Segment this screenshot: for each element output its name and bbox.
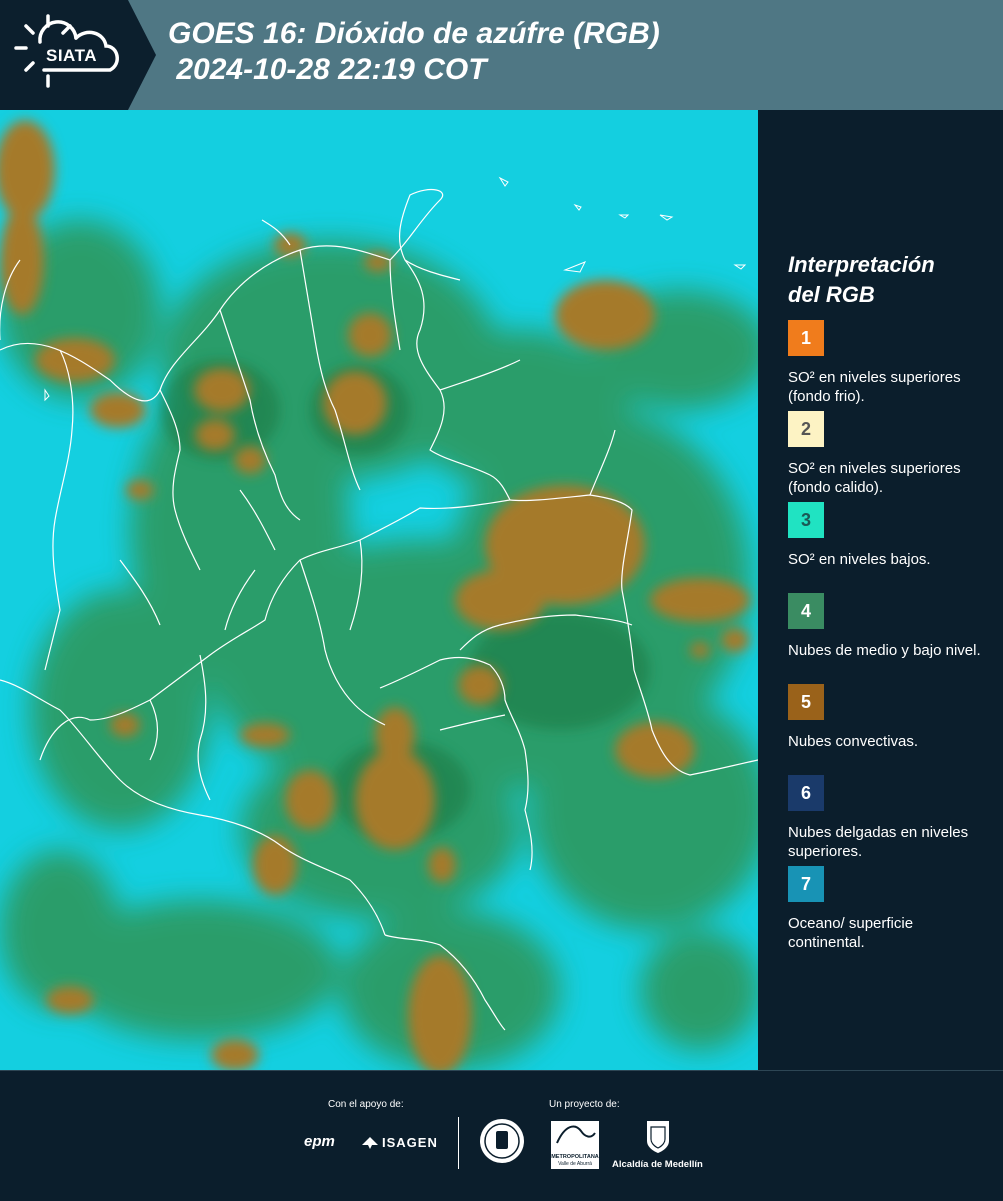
isagen-icon [362,1137,378,1149]
area-line2: Valle de Aburrá [558,1161,592,1167]
siata-logo[interactable]: SIATA [0,0,128,110]
page-title: GOES 16: Dióxido de azúfre (RGB) 2024-10… [168,17,660,86]
legend-items: 1 SO² en niveles superiores (fondo frio).… [788,320,988,957]
legend-label: Nubes convectivas. [788,733,919,750]
legend-swatch: 3 [788,502,824,538]
logo-arrow [128,0,156,110]
area-line1: METROPOLITANA [551,1154,599,1160]
isagen-logo[interactable]: ISAGEN [382,1135,438,1150]
area-metropolitana-logo[interactable]: METROPOLITANA Valle de Aburrá [551,1121,599,1169]
legend-item: 6 Nubes delgadas en niveles superiores. [788,775,988,866]
legend-label: SO² en niveles superiores (fondo frio). [788,369,961,405]
legend-label: Nubes delgadas en niveles superiores. [788,824,969,860]
epm-logo[interactable]: epm [304,1133,335,1150]
logo-text: SIATA [46,46,97,65]
legend-title: Interpretación del RGB [788,250,988,310]
legend-item: 5 Nubes convectivas. [788,684,988,775]
legend-item: 2 SO² en niveles superiores (fondo calido… [788,411,988,502]
legend-swatch: 5 [788,684,824,720]
legend-title-line1: Interpretación [788,252,935,277]
support-label: Con el apoyo de: [328,1099,404,1110]
legend-swatch: 2 [788,411,824,447]
legend-item: 1 SO² en niveles superiores (fondo frio). [788,320,988,411]
medellin-shield-icon [647,1121,669,1153]
satellite-map [0,110,758,1070]
rgb-legend: Interpretación del RGB 1 SO² en niveles s… [788,250,988,957]
header-bar: SIATA GOES 16: Dióxido de azúfre (RGB) 2… [0,0,1003,110]
legend-item: 7 Oceano/ superficie continental. [788,866,988,957]
legend-swatch: 7 [788,866,824,902]
legend-item: 4 Nubes de medio y bajo nivel. [788,593,988,684]
legend-label: SO² en niveles superiores (fondo calido)… [788,460,961,496]
alcaldia-logo[interactable]: Alcaldía de Medellín [612,1159,703,1170]
legend-title-line2: del RGB [788,282,875,307]
legend-swatch: 1 [788,320,824,356]
legend-label: Oceano/ superficie continental. [788,915,914,951]
legend-item: 3 SO² en niveles bajos. [788,502,988,593]
legend-swatch: 4 [788,593,824,629]
legend-swatch: 6 [788,775,824,811]
footer-divider [458,1117,459,1169]
university-seal-icon[interactable] [478,1117,526,1165]
project-label: Un proyecto de: [549,1099,620,1110]
map-image [0,110,758,1070]
area-logo-mark [556,1125,596,1144]
legend-label: Nubes de medio y bajo nivel. [788,642,981,659]
legend-label: SO² en niveles bajos. [788,551,931,568]
footer: Con el apoyo de: Un proyecto de: epm ISA… [0,1070,1003,1201]
